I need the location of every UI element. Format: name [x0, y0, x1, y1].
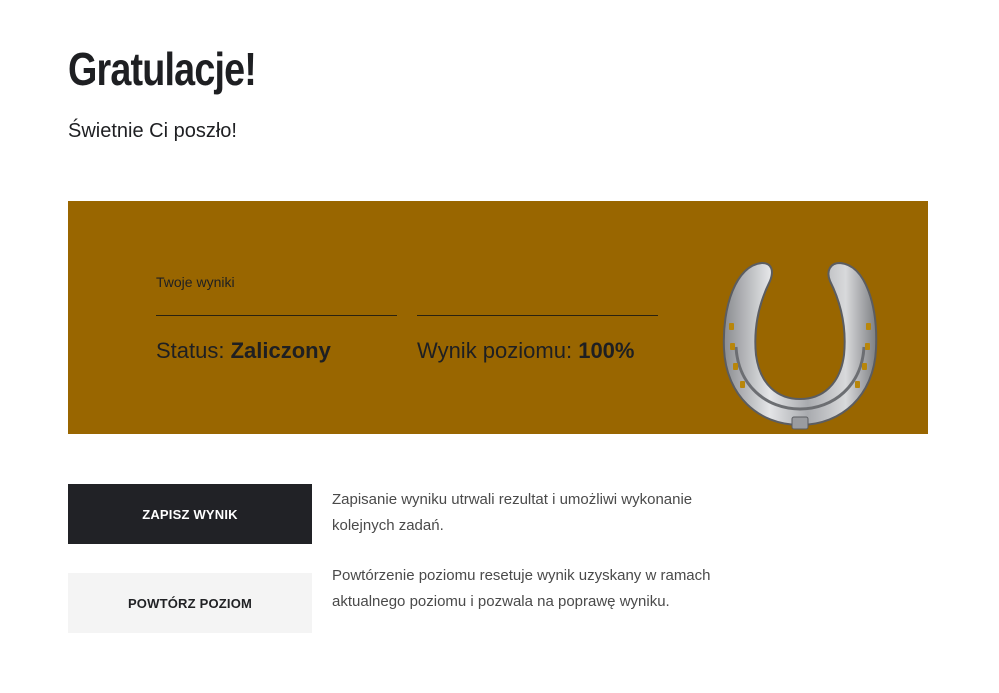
status-readout: Status: Zaliczony [156, 338, 331, 364]
page-subtitle: Świetnie Ci poszło! [68, 120, 237, 142]
save-description: Zapisanie wyniku utrwali rezultat i umoż… [332, 491, 693, 534]
score-label: Wynik poziomu: [417, 338, 573, 363]
status-value: Zaliczony [230, 338, 331, 363]
results-panel: Twoje wyniki Status: Zaliczony Wynik poz… [68, 201, 928, 434]
status-label: Status: [156, 338, 225, 363]
horseshoe-icon [722, 261, 878, 430]
page-title: Gratulacje! [68, 43, 257, 95]
score-value: 100% [578, 338, 635, 363]
retry-level-button[interactable]: POWTÓRZ POZIOM [68, 573, 312, 633]
retry-description: Powtórzenie poziomu resetuje wynik uzysk… [332, 567, 711, 610]
save-score-button[interactable]: ZAPISZ WYNIK [68, 484, 312, 544]
status-divider [156, 315, 397, 316]
results-label: Twoje wyniki [156, 274, 235, 290]
score-divider [417, 315, 658, 316]
score-readout: Wynik poziomu: 100% [417, 338, 634, 364]
